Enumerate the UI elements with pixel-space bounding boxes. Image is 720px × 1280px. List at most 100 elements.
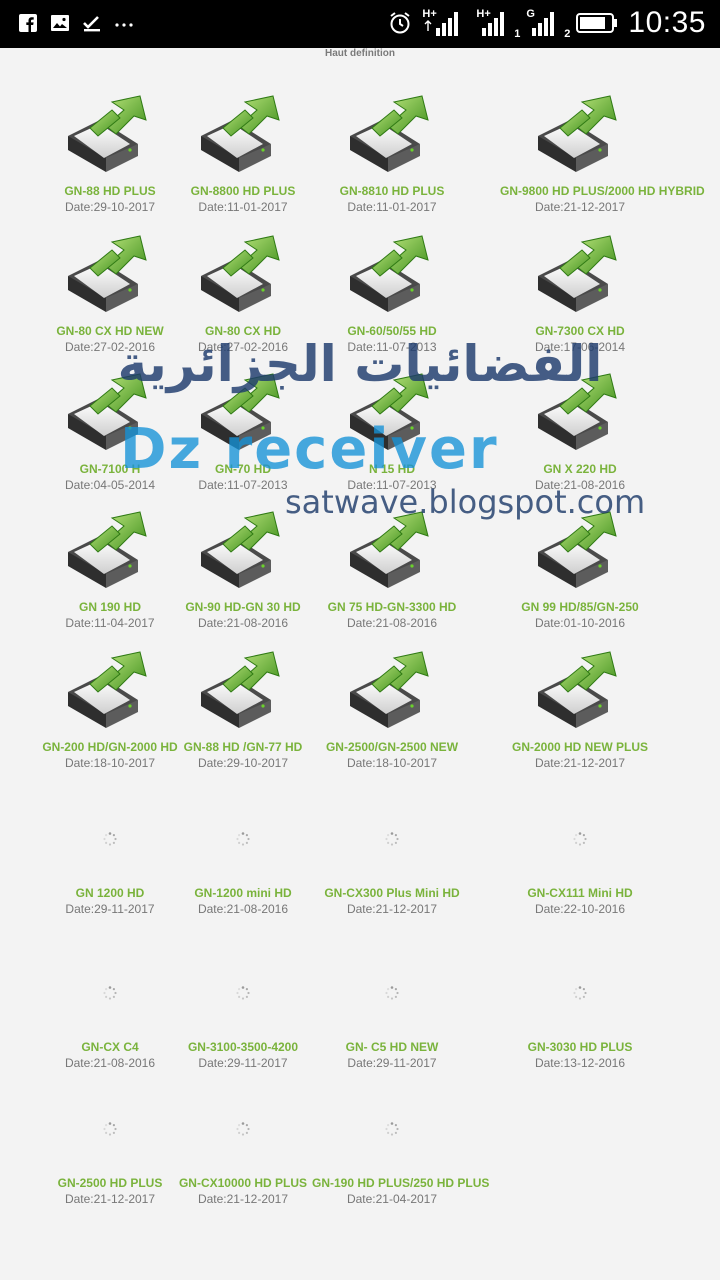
download-icon[interactable] <box>342 230 442 320</box>
download-icon[interactable] <box>530 506 630 596</box>
signal-sim1: H+ <box>422 8 466 38</box>
facebook-icon <box>19 14 37 32</box>
firmware-name-link[interactable]: GN-90 HD-GN 30 HD <box>163 600 323 614</box>
firmware-name-link[interactable]: GN X 220 HD <box>500 462 660 476</box>
loading-spinner-icon[interactable] <box>103 832 117 846</box>
download-icon[interactable] <box>193 230 293 320</box>
firmware-date: Date:21-12-2017 <box>534 756 626 770</box>
firmware-item[interactable]: GN-3030 HD PLUS Date:13-12-2016 <box>500 986 660 1070</box>
network-type-2: H+ <box>476 8 491 20</box>
firmware-item[interactable]: GN 75 HD-GN-3300 HD Date:21-08-2016 <box>312 506 472 630</box>
download-icon[interactable] <box>60 230 160 320</box>
firmware-item[interactable]: GN-70 HD Date:11-07-2013 <box>163 368 323 492</box>
download-icon[interactable] <box>193 90 293 180</box>
download-icon[interactable] <box>193 646 293 736</box>
firmware-item[interactable]: GN-60/50/55 HD Date:11-07-2013 <box>312 230 472 354</box>
loading-spinner-icon[interactable] <box>385 832 399 846</box>
download-icon[interactable] <box>60 646 160 736</box>
download-icon[interactable] <box>530 368 630 458</box>
download-icon[interactable] <box>60 90 160 180</box>
firmware-name-link[interactable]: GN-9800 HD PLUS/2000 HD HYBRID <box>500 184 705 198</box>
loading-spinner-icon[interactable] <box>236 986 250 1000</box>
download-icon[interactable] <box>342 506 442 596</box>
firmware-date: Date:11-01-2017 <box>347 200 437 214</box>
firmware-item[interactable]: GN-2000 HD NEW PLUS Date:21-12-2017 <box>500 646 660 770</box>
download-icon[interactable] <box>342 368 442 458</box>
signal-sim1b: H+ 1 <box>476 8 520 40</box>
firmware-date: Date:29-11-2017 <box>198 1056 288 1070</box>
firmware-item[interactable]: GN-3100-3500-4200 Date:29-11-2017 <box>163 986 323 1070</box>
firmware-name-link[interactable]: GN-70 HD <box>163 462 323 476</box>
firmware-name-link[interactable]: GN-80 CX HD <box>163 324 323 338</box>
firmware-name-link[interactable]: GN 75 HD-GN-3300 HD <box>312 600 472 614</box>
firmware-item[interactable]: GN-1200 mini HD Date:21-08-2016 <box>163 832 323 916</box>
loading-spinner-icon[interactable] <box>385 986 399 1000</box>
firmware-name-link[interactable]: GN-60/50/55 HD <box>312 324 472 338</box>
firmware-item[interactable]: GN-9800 HD PLUS/2000 HD HYBRID Date:21-12… <box>500 90 705 214</box>
loading-spinner-icon[interactable] <box>236 832 250 846</box>
firmware-date: Date:21-08-2016 <box>197 616 289 630</box>
firmware-name-link[interactable]: GN-190 HD PLUS/250 HD PLUS <box>312 1176 489 1190</box>
firmware-item[interactable]: GN- C5 HD NEW Date:29-11-2017 <box>312 986 472 1070</box>
download-icon[interactable] <box>193 368 293 458</box>
firmware-name-link[interactable]: GN 99 HD/85/GN-250 <box>500 600 660 614</box>
firmware-name-link[interactable]: GN-CX300 Plus Mini HD <box>312 886 472 900</box>
firmware-name-link[interactable]: GN-CX111 Mini HD <box>500 886 660 900</box>
firmware-name-link[interactable]: GN-2000 HD NEW PLUS <box>500 740 660 754</box>
firmware-date: Date:21-12-2017 <box>346 902 438 916</box>
alarm-icon <box>390 12 411 34</box>
loading-spinner-icon[interactable] <box>573 832 587 846</box>
firmware-name-link[interactable]: GN-CX10000 HD PLUS <box>163 1176 323 1190</box>
firmware-name-link[interactable]: GN-8810 HD PLUS <box>312 184 472 198</box>
firmware-name-link[interactable]: GN-88 HD /GN-77 HD <box>163 740 323 754</box>
firmware-item[interactable]: GN-8810 HD PLUS Date:11-01-2017 <box>312 90 472 214</box>
loading-spinner-icon[interactable] <box>573 986 587 1000</box>
firmware-name-link[interactable]: GN-7300 CX HD <box>500 324 660 338</box>
firmware-item[interactable]: GN-7300 CX HD Date:17-06-2014 <box>500 230 660 354</box>
firmware-date: Date:22-10-2016 <box>534 902 626 916</box>
firmware-name-link[interactable]: GN-3030 HD PLUS <box>500 1040 660 1054</box>
firmware-date: Date:18-10-2017 <box>346 756 438 770</box>
firmware-item[interactable]: GN X 220 HD Date:21-08-2016 <box>500 368 660 492</box>
gallery-icon <box>51 15 69 31</box>
firmware-item[interactable]: GN-88 HD /GN-77 HD Date:29-10-2017 <box>163 646 323 770</box>
firmware-item[interactable]: GN-CX111 Mini HD Date:22-10-2016 <box>500 832 660 916</box>
firmware-date: Date:21-04-2017 <box>346 1192 438 1206</box>
firmware-name-link[interactable]: GN-2500/GN-2500 NEW <box>312 740 472 754</box>
loading-spinner-icon[interactable] <box>236 1122 250 1136</box>
download-icon[interactable] <box>60 368 160 458</box>
firmware-item[interactable]: GN-2500/GN-2500 NEW Date:18-10-2017 <box>312 646 472 770</box>
firmware-name-link[interactable]: GN-8800 HD PLUS <box>163 184 323 198</box>
firmware-name-link[interactable]: GN-1200 mini HD <box>163 886 323 900</box>
firmware-item[interactable]: GN-90 HD-GN 30 HD Date:21-08-2016 <box>163 506 323 630</box>
firmware-date: Date:11-07-2013 <box>347 478 437 492</box>
firmware-name-link[interactable]: N 15 HD <box>312 462 472 476</box>
loading-spinner-icon[interactable] <box>103 1122 117 1136</box>
firmware-item[interactable]: GN-190 HD PLUS/250 HD PLUS Date:21-04-201… <box>312 1122 489 1206</box>
firmware-date: Date:21-08-2016 <box>197 902 289 916</box>
download-icon[interactable] <box>342 90 442 180</box>
loading-spinner-icon[interactable] <box>103 986 117 1000</box>
firmware-item[interactable]: GN-80 CX HD Date:27-02-2016 <box>163 230 323 354</box>
firmware-name-link[interactable]: GN-3100-3500-4200 <box>163 1040 323 1054</box>
battery-icon <box>576 13 618 33</box>
firmware-name-link[interactable]: GN- C5 HD NEW <box>312 1040 472 1054</box>
download-icon[interactable] <box>530 646 630 736</box>
firmware-item[interactable]: N 15 HD Date:11-07-2013 <box>312 368 472 492</box>
sim-1-label: 1 <box>514 28 521 40</box>
loading-spinner-icon[interactable] <box>385 1122 399 1136</box>
download-icon[interactable] <box>193 506 293 596</box>
firmware-item[interactable]: GN-CX300 Plus Mini HD Date:21-12-2017 <box>312 832 472 916</box>
firmware-date: Date:27-02-2016 <box>197 340 289 354</box>
sim-2-label: 2 <box>564 28 571 40</box>
clock: 10:35 <box>628 6 706 39</box>
firmware-item[interactable]: GN-8800 HD PLUS Date:11-01-2017 <box>163 90 323 214</box>
download-icon[interactable] <box>530 230 630 320</box>
download-icon[interactable] <box>342 646 442 736</box>
firmware-item[interactable]: GN 99 HD/85/GN-250 Date:01-10-2016 <box>500 506 660 630</box>
download-icon[interactable] <box>530 90 630 180</box>
download-icon[interactable] <box>60 506 160 596</box>
network-type-1: H+ <box>422 8 437 20</box>
firmware-item[interactable]: GN-CX10000 HD PLUS Date:21-12-2017 <box>163 1122 323 1206</box>
status-bar: H+ H+ 1 G 2 10:35 <box>0 0 720 48</box>
